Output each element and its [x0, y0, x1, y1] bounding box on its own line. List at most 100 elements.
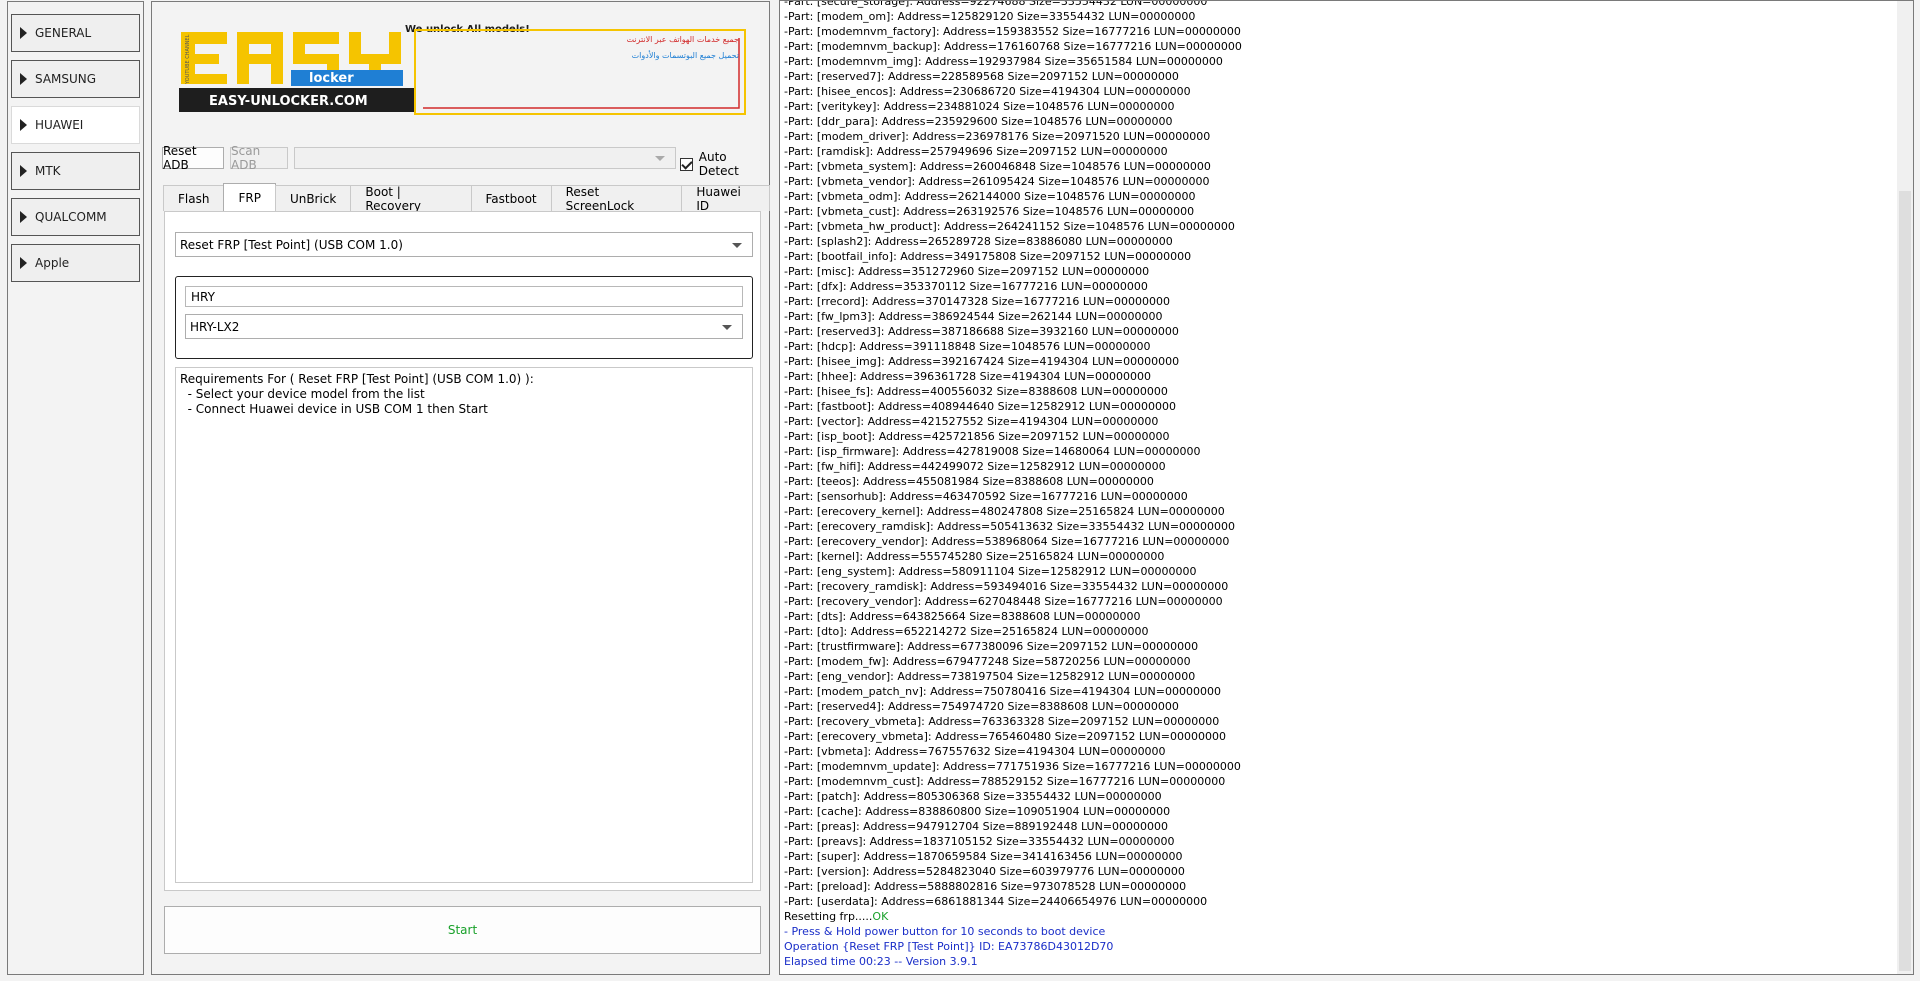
log-line: -Part: [isp_boot]: Address=425721856 Siz…: [784, 430, 1170, 443]
log-line: -Part: [modem_om]: Address=125829120 Siz…: [784, 10, 1196, 23]
log-line: -Part: [splash2]: Address=265289728 Size…: [784, 235, 1173, 248]
brand-label: QUALCOMM: [35, 210, 107, 224]
model-search-input[interactable]: HRY: [185, 286, 743, 307]
log-scrollbar-thumb[interactable]: [1899, 191, 1911, 971]
log-line: -Part: [modemnvm_update]: Address=771751…: [784, 760, 1241, 773]
log-line: -Part: [cache]: Address=838860800 Size=1…: [784, 805, 1171, 818]
log-line: -Part: [modemnvm_factory]: Address=15938…: [784, 25, 1241, 38]
model-select-value: HRY-LX2: [190, 320, 240, 334]
app-window: GENERAL SAMSUNG HUAWEI MTK QUALCOMM Apple We …: [0, 0, 1920, 981]
auto-detect-checkbox[interactable]: [680, 157, 693, 171]
log-line: -Part: [modemnvm_cust]: Address=78852915…: [784, 775, 1226, 788]
brand-apple-button[interactable]: Apple: [11, 244, 140, 282]
brand-sidebar: GENERAL SAMSUNG HUAWEI MTK QUALCOMM Apple: [7, 1, 144, 975]
log-line: -Part: [vbmeta_hw_product]: Address=2642…: [784, 220, 1235, 233]
log-line: -Part: [fw_hifi]: Address=442499072 Size…: [784, 460, 1166, 473]
log-line: -Part: [vbmeta]: Address=767557632 Size=…: [784, 745, 1166, 758]
frp-tab-page: Reset FRP [Test Point] (USB COM 1.0) HRY…: [164, 211, 761, 891]
frp-operation-value: Reset FRP [Test Point] (USB COM 1.0): [180, 238, 403, 252]
easy-unlocker-logo: We unlock All models! locker EASY EASY-U…: [179, 18, 750, 128]
brand-huawei-button[interactable]: HUAWEI: [11, 106, 140, 144]
log-line: -Part: [reserved3]: Address=387186688 Si…: [784, 325, 1179, 338]
brand-label: HUAWEI: [35, 118, 84, 132]
log-line: -Part: [trustfirmware]: Address=67738009…: [784, 640, 1199, 653]
brand-qualcomm-button[interactable]: QUALCOMM: [11, 198, 140, 236]
logo-arabic-1: جميع خدمات الهواتف عبر الانترنت: [626, 35, 739, 44]
log-line: -Part: [preload]: Address=5888802816 Siz…: [784, 880, 1187, 893]
reset-adb-button[interactable]: Reset ADB: [162, 144, 224, 172]
chevron-down-icon: [732, 242, 742, 248]
log-line: -Part: [erecovery_vbmeta]: Address=76546…: [784, 730, 1226, 743]
brand-mtk-button[interactable]: MTK: [11, 152, 140, 190]
log-scrollbar[interactable]: [1897, 1, 1913, 974]
tab-frp[interactable]: FRP: [223, 183, 276, 211]
log-line: -Part: [ddr_para]: Address=235929600 Siz…: [784, 115, 1173, 128]
log-line: -Part: [rrecord]: Address=370147328 Size…: [784, 295, 1170, 308]
log-line: -Part: [erecovery_kernel]: Address=48024…: [784, 505, 1225, 518]
log-text: -Part: [secure_storage]: Address=9227468…: [784, 0, 1242, 969]
log-line: -Part: [recovery_ramdisk]: Address=59349…: [784, 580, 1229, 593]
log-line: -Part: [hisee_encos]: Address=230686720 …: [784, 85, 1191, 98]
log-line: -Part: [veritykey]: Address=234881024 Si…: [784, 100, 1175, 113]
requirements-text: Requirements For ( Reset FRP [Test Point…: [175, 367, 753, 883]
caret-right-icon: [20, 119, 27, 131]
log-line: -Part: [modem_fw]: Address=679477248 Siz…: [784, 655, 1191, 668]
log-line: -Part: [eng_system]: Address=580911104 S…: [784, 565, 1197, 578]
log-line: -Part: [modemnvm_backup]: Address=176160…: [784, 40, 1242, 53]
log-ok-status: OK: [872, 910, 889, 923]
requirement-line: - Select your device model from the list: [180, 387, 425, 401]
brand-general-button[interactable]: GENERAL: [11, 14, 140, 52]
log-line: -Part: [modem_driver]: Address=236978176…: [784, 130, 1211, 143]
log-console: -Part: [secure_storage]: Address=9227468…: [779, 0, 1914, 975]
log-line: -Part: [dfx]: Address=353370112 Size=167…: [784, 280, 1148, 293]
model-selector-group: HRY HRY-LX2: [175, 276, 753, 359]
requirement-line: Requirements For ( Reset FRP [Test Point…: [180, 372, 534, 386]
log-line: -Part: [version]: Address=5284823040 Siz…: [784, 865, 1185, 878]
port-select[interactable]: [294, 147, 676, 169]
log-line: -Part: [reserved4]: Address=754974720 Si…: [784, 700, 1179, 713]
log-line: -Part: [eng_vendor]: Address=738197504 S…: [784, 670, 1196, 683]
log-line: -Part: [vbmeta_system]: Address=26004684…: [784, 160, 1211, 173]
tab-reset-screenlock[interactable]: Reset ScreenLock: [550, 185, 683, 213]
logo-arabic-2: تحميل جميع البوتسمات والأدوات: [632, 50, 739, 60]
tab-huawei-id[interactable]: Huawei ID: [681, 185, 770, 213]
logo-graphic: We unlock All models! locker EASY EASY-U…: [179, 24, 746, 115]
tab-boot-recovery[interactable]: Boot | Recovery: [350, 185, 472, 213]
log-line: -Part: [misc]: Address=351272960 Size=20…: [784, 265, 1150, 278]
caret-right-icon: [20, 27, 27, 39]
log-line: -Part: [teeos]: Address=455081984 Size=8…: [784, 475, 1154, 488]
log-line: -Part: [vbmeta_cust]: Address=263192576 …: [784, 205, 1195, 218]
tab-fastboot[interactable]: Fastboot: [470, 185, 552, 211]
log-elapsed-line: Elapsed time 00:23 -- Version 3.9.1: [784, 955, 978, 968]
model-select[interactable]: HRY-LX2: [185, 314, 743, 339]
log-line: -Part: [sensorhub]: Address=463470592 Si…: [784, 490, 1188, 503]
chevron-down-icon: [722, 324, 732, 330]
log-line: -Part: [vector]: Address=421527552 Size=…: [784, 415, 1159, 428]
tab-unbrick[interactable]: UnBrick: [274, 185, 352, 211]
log-line: -Part: [patch]: Address=805306368 Size=3…: [784, 790, 1162, 803]
caret-right-icon: [20, 257, 27, 269]
auto-detect-toggle[interactable]: Auto Detect: [680, 150, 769, 178]
log-line: -Part: [vbmeta_vendor]: Address=26109542…: [784, 175, 1210, 188]
log-line: -Part: [hdcp]: Address=391118848 Size=10…: [784, 340, 1151, 353]
brand-label: GENERAL: [35, 26, 92, 40]
log-line: -Part: [hisee_img]: Address=392167424 Si…: [784, 355, 1180, 368]
caret-right-icon: [20, 165, 27, 177]
log-line: -Part: [userdata]: Address=6861881344 Si…: [784, 895, 1208, 908]
log-line: -Part: [erecovery_ramdisk]: Address=5054…: [784, 520, 1236, 533]
operation-tabs: Flash FRP UnBrick Boot | Recovery Fastboot Re…: [163, 183, 770, 213]
logo-site: EASY-UNLOCKER.COM: [209, 94, 368, 109]
tab-flash[interactable]: Flash: [163, 185, 225, 211]
log-operation-id-line: Operation {Reset FRP [Test Point]} ID: E…: [784, 940, 1114, 953]
log-line: -Part: [hhee]: Address=396361728 Size=41…: [784, 370, 1152, 383]
log-line: -Part: [modem_patch_nv]: Address=7507804…: [784, 685, 1221, 698]
start-button[interactable]: Start: [164, 906, 761, 954]
brand-samsung-button[interactable]: SAMSUNG: [11, 60, 140, 98]
log-line: -Part: [fastboot]: Address=408944640 Siz…: [784, 400, 1176, 413]
tool-panel: We unlock All models! locker EASY EASY-U…: [151, 1, 770, 975]
log-line: -Part: [bootfail_info]: Address=34917580…: [784, 250, 1192, 263]
log-line: -Part: [secure_storage]: Address=9227468…: [784, 0, 1208, 8]
frp-operation-select[interactable]: Reset FRP [Test Point] (USB COM 1.0): [175, 232, 753, 257]
scan-adb-button[interactable]: Scan ADB: [230, 144, 288, 172]
log-line: -Part: [isp_firmware]: Address=427819008…: [784, 445, 1201, 458]
